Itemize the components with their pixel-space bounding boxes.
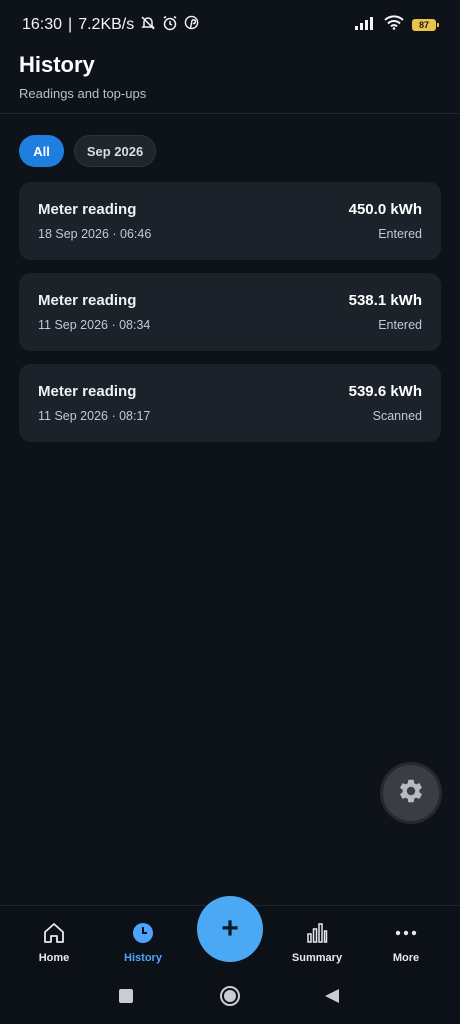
reading-source: Scanned [372, 409, 422, 423]
reading-date: 11 Sep 2026 · 08:34 [38, 318, 151, 332]
reading-card[interactable]: Meter reading 11 Sep 2026 · 08:34 538.1 … [19, 273, 441, 351]
filter-chip-all[interactable]: All [19, 135, 64, 167]
back-button[interactable] [324, 988, 340, 1009]
home-icon [14, 920, 94, 946]
filter-chips: All Sep 2026 [19, 135, 156, 167]
plus-icon: + [221, 912, 239, 945]
gear-icon [397, 777, 425, 810]
reading-title: Meter reading [38, 201, 137, 218]
reading-value: 539.6 kWh [348, 383, 422, 400]
status-right: 87 [354, 15, 439, 35]
reading-card[interactable]: Meter reading 11 Sep 2026 · 08:17 539.6 … [19, 364, 441, 442]
reading-info: Meter reading 11 Sep 2026 · 08:17 [38, 383, 150, 423]
settings-button[interactable] [383, 765, 439, 821]
status-separator: | [68, 16, 73, 33]
reading-info: Meter reading 11 Sep 2026 · 08:34 [38, 292, 150, 332]
status-left: 16:30 | 7.2KB/s [22, 15, 199, 36]
reading-card[interactable]: Meter reading 18 Sep 2026 · 06:46 450.0 … [19, 182, 441, 260]
header-divider [0, 113, 460, 114]
system-nav-bar [0, 967, 460, 1024]
reading-value-block: 538.1 kWh Entered [349, 292, 422, 332]
alarm-icon [162, 15, 178, 36]
nav-more-label: More [392, 952, 420, 964]
nav-more[interactable]: More [366, 920, 446, 964]
reading-source: Entered [378, 227, 422, 241]
battery-icon: 87 [412, 19, 439, 31]
nav-summary-label: Summary [291, 952, 343, 964]
reading-info: Meter reading 18 Sep 2026 · 06:46 [38, 201, 151, 241]
nav-summary[interactable]: Summary [277, 920, 357, 964]
nav-history-label: History [124, 952, 162, 964]
page-subtitle: Readings and top-ups [19, 86, 147, 101]
square-icon [119, 989, 133, 1003]
reading-title: Meter reading [38, 292, 137, 309]
reading-value: 538.1 kWh [348, 292, 422, 309]
readings-list: Meter reading 18 Sep 2026 · 06:46 450.0 … [19, 182, 441, 455]
battery-level: 87 [418, 20, 429, 30]
nav-home-label: Home [38, 952, 70, 964]
reading-source: Entered [378, 318, 422, 332]
reading-date: 11 Sep 2026 · 08:17 [38, 409, 151, 423]
recents-button[interactable] [119, 989, 133, 1008]
nav-home[interactable]: Home [14, 920, 94, 964]
signal-icon [354, 16, 376, 35]
reading-date: 18 Sep 2026 · 06:46 [38, 227, 152, 241]
bar-chart-icon [277, 920, 357, 946]
add-reading-button[interactable]: + [197, 896, 263, 962]
reading-title: Meter reading [38, 383, 137, 400]
clock-icon [103, 920, 183, 946]
home-system-button[interactable] [219, 985, 241, 1012]
status-time: 16:30 [22, 16, 63, 33]
reading-value-block: 450.0 kWh Entered [349, 201, 422, 241]
circle-icon [220, 986, 240, 1006]
wifi-icon [384, 15, 404, 35]
more-dots-icon [366, 920, 446, 946]
pinterest-icon [184, 15, 199, 35]
page-header: History Readings and top-ups [19, 52, 146, 101]
reading-value: 450.0 kWh [348, 201, 422, 218]
nav-history[interactable]: History [103, 920, 183, 964]
mute-bell-icon [140, 15, 156, 36]
app-screen: 16:30 | 7.2KB/s 87 History Readings and … [0, 0, 460, 1024]
network-speed: 7.2KB/s [78, 16, 135, 33]
status-bar: 16:30 | 7.2KB/s 87 [0, 0, 460, 50]
page-title: History [19, 52, 95, 77]
triangle-back-icon [325, 989, 339, 1003]
reading-value-block: 539.6 kWh Scanned [349, 383, 422, 423]
filter-chip-month[interactable]: Sep 2026 [74, 135, 156, 167]
